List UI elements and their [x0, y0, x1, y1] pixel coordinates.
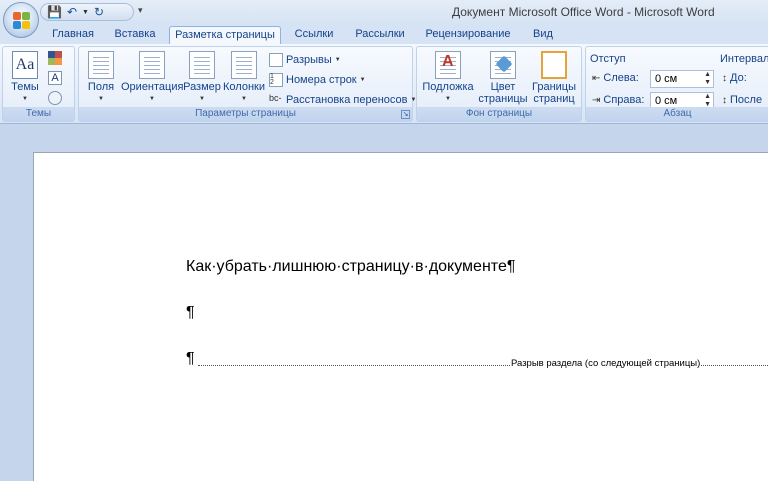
undo-icon[interactable]: ↶	[67, 6, 77, 18]
paragraph-group: Отступ ⇤ Слева: 0 см ▲ ▼ ⇥ Справа: 0 см ▲…	[585, 46, 768, 122]
breaks-icon	[269, 53, 283, 67]
orientation-icon	[139, 51, 165, 79]
tab-references[interactable]: Ссылки	[289, 26, 339, 44]
margins-icon	[88, 51, 114, 79]
section-break[interactable]: Разрыв раздела (со следующей страницы)	[198, 358, 768, 370]
document-page[interactable]	[33, 152, 768, 481]
size-icon	[189, 51, 215, 79]
indent-right-icon: ⇥	[592, 94, 601, 106]
orientation-label: Ориентация	[121, 81, 184, 93]
breaks-dropdown-icon: ▼	[334, 57, 341, 63]
margins-label: Поля	[87, 81, 115, 93]
title-bar: 💾 ↶ ▼ ↻ ▾ Документ Microsoft Office Word…	[0, 0, 768, 24]
tab-insert[interactable]: Вставка	[108, 26, 162, 44]
spacing-title: Интервал	[720, 53, 768, 65]
columns-label: Колонки	[223, 81, 265, 93]
columns-dropdown-icon: ▼	[241, 96, 247, 102]
line-numbers-icon: 12	[269, 73, 283, 87]
theme-fonts-icon[interactable]: A	[48, 71, 62, 85]
line-numbers-button[interactable]: 12 Номера строк ▼	[269, 71, 366, 89]
tab-view[interactable]: Вид	[526, 26, 560, 44]
break-paragraph-mark[interactable]: ¶	[186, 350, 195, 368]
columns-button[interactable]: Колонки ▼	[222, 51, 266, 105]
orientation-dropdown-icon: ▼	[149, 96, 155, 102]
watermark-dropdown-icon: ▼	[445, 96, 451, 102]
theme-colors-icon[interactable]	[48, 51, 64, 65]
themes-icon: Aa	[12, 51, 38, 79]
margins-dropdown-icon: ▼	[98, 96, 104, 102]
section-break-label: Разрыв раздела (со следующей страницы)	[510, 358, 702, 369]
page-borders-icon	[541, 51, 567, 79]
size-dropdown-icon: ▼	[199, 96, 205, 102]
line-numbers-dropdown-icon: ▼	[359, 77, 366, 83]
orientation-button[interactable]: Ориентация ▼	[121, 51, 183, 105]
page-borders-button[interactable]: Границы страниц	[529, 51, 579, 105]
office-logo-icon	[13, 12, 30, 29]
themes-button[interactable]: Aa Темы ▼	[6, 51, 44, 105]
breaks-label: Разрывы	[286, 54, 332, 66]
themes-group-label: Темы	[3, 107, 74, 121]
spacing-before-row: ↕ До:	[722, 69, 747, 87]
spacing-after-label: После	[730, 94, 763, 106]
themes-dropdown-icon: ▼	[22, 96, 28, 102]
page-setup-launcher-icon[interactable]: ↘	[401, 110, 410, 119]
undo-dropdown-icon[interactable]: ▼	[82, 9, 89, 16]
page-setup-group: Поля ▼ Ориентация ▼ Размер ▼ Колонки ▼ Р…	[78, 46, 416, 122]
quick-access-toolbar: 💾 ↶ ▼ ↻	[40, 3, 134, 21]
page-color-label-1: Цвет	[490, 81, 516, 93]
line-numbers-label: Номера строк	[286, 74, 357, 86]
indent-left-spinner-icon[interactable]: ▲ ▼	[704, 71, 711, 87]
indent-right-label: Справа:	[603, 94, 645, 106]
indent-title: Отступ	[590, 53, 626, 65]
save-icon[interactable]: 💾	[47, 6, 62, 18]
hyphenation-icon: bc-	[269, 93, 282, 103]
document-heading[interactable]: Как·убрать·лишнюю·страницу·в·документе¶	[186, 258, 515, 276]
page-color-label-2: страницы	[478, 93, 528, 105]
page-background-group: A Подложка ▼ Цвет страницы ▼ Границы стр…	[416, 46, 582, 122]
indent-left-label: Слева:	[603, 72, 639, 84]
tab-mailings[interactable]: Рассылки	[350, 26, 410, 44]
size-button[interactable]: Размер ▼	[183, 51, 221, 105]
redo-icon[interactable]: ↻	[94, 6, 104, 18]
office-button[interactable]	[3, 2, 39, 38]
themes-group: Aa Темы ▼ A Темы	[2, 46, 75, 122]
tab-review[interactable]: Рецензирование	[420, 26, 516, 44]
indent-left-icon: ⇤	[592, 72, 601, 84]
ribbon-tabs: Главная Вставка Разметка страницы Ссылки…	[0, 24, 768, 44]
indent-left-input[interactable]: 0 см ▲ ▼	[650, 70, 714, 88]
margins-button[interactable]: Поля ▼	[83, 51, 119, 105]
spacing-after-icon: ↕	[722, 94, 727, 106]
indent-left-value: 0 см	[655, 73, 678, 85]
window-title: Документ Microsoft Office Word - Microso…	[452, 5, 715, 19]
page-color-icon	[490, 51, 516, 79]
tab-home[interactable]: Главная	[48, 26, 98, 44]
indent-left-row: ⇤ Слева:	[592, 69, 639, 87]
hyphenation-label: Расстановка переносов	[286, 94, 408, 106]
customize-qat-icon[interactable]: ▾	[138, 5, 143, 16]
columns-icon	[231, 51, 257, 79]
page-borders-label-1: Границы	[532, 81, 576, 93]
watermark-button[interactable]: A Подложка ▼	[421, 51, 475, 105]
theme-effects-icon[interactable]	[48, 91, 62, 105]
themes-label: Темы	[11, 81, 39, 93]
spacing-before-label: До:	[730, 72, 747, 84]
spacing-before-icon: ↕	[722, 72, 727, 84]
ribbon: Aa Темы ▼ A Темы Поля ▼ Ориентация ▼ Раз…	[0, 44, 768, 124]
indent-right-value: 0 см	[655, 95, 678, 107]
size-label: Размер	[183, 81, 221, 93]
breaks-button[interactable]: Разрывы ▼	[269, 51, 341, 69]
page-borders-label-2: страниц	[533, 93, 575, 105]
watermark-label: Подложка	[422, 81, 474, 93]
paragraph-group-label: Абзац	[586, 107, 768, 121]
tab-page-layout[interactable]: Разметка страницы	[169, 26, 281, 44]
watermark-icon: A	[435, 51, 461, 79]
empty-paragraph-mark[interactable]: ¶	[186, 304, 195, 322]
page-background-group-label: Фон страницы	[417, 107, 581, 121]
page-setup-group-label: Параметры страницы	[79, 107, 412, 121]
